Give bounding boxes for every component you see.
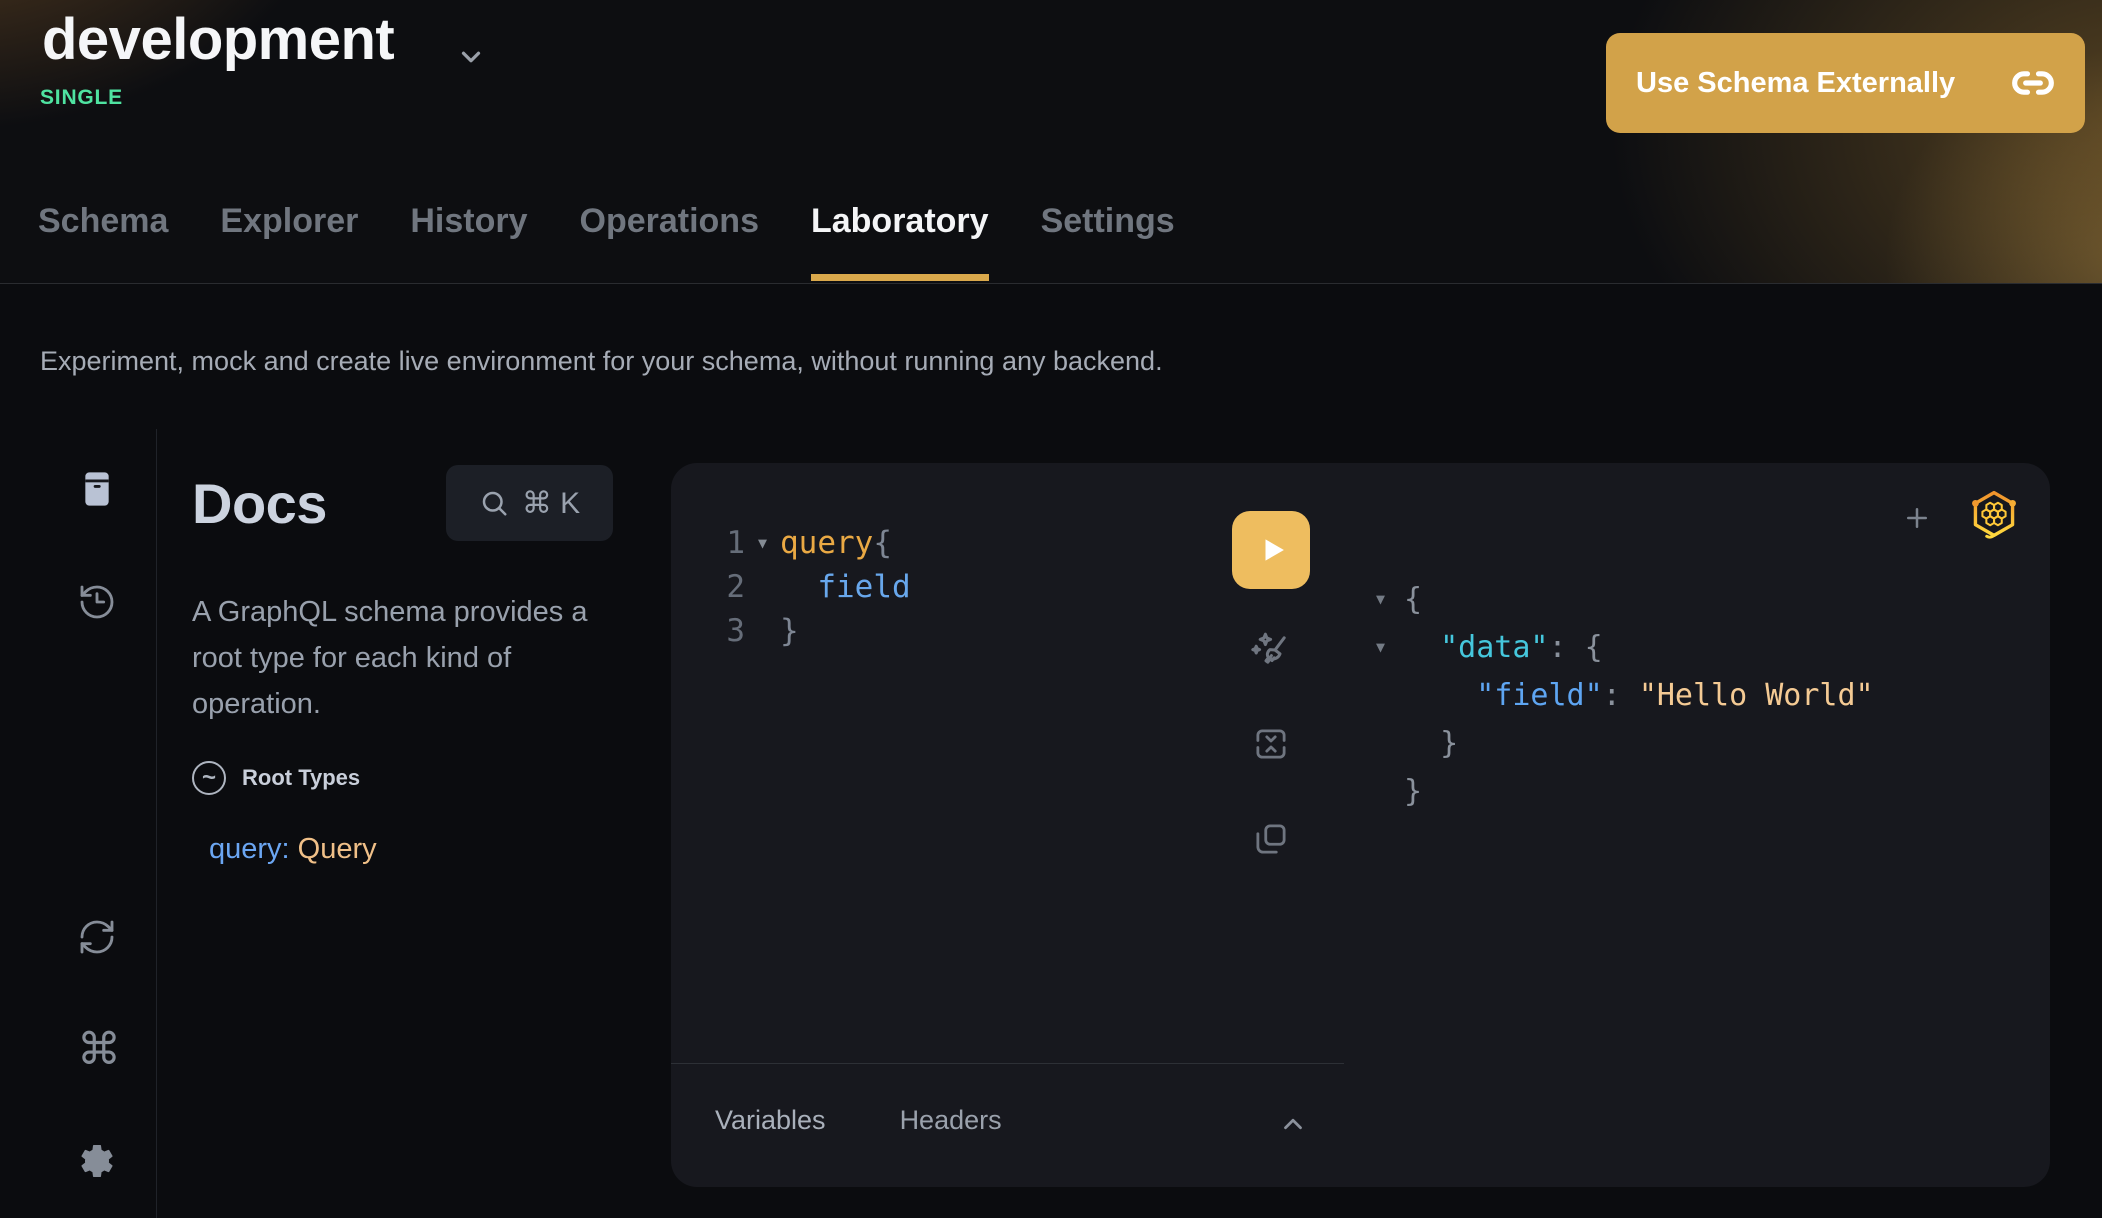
headers-tab[interactable]: Headers bbox=[900, 1105, 1002, 1136]
editor-tools-divider bbox=[671, 1063, 1344, 1064]
root-type-type-name: Query bbox=[298, 833, 377, 865]
tab-laboratory[interactable]: Laboratory bbox=[811, 202, 989, 283]
side-rail: ⌘ bbox=[0, 429, 157, 1218]
hive-logo-icon[interactable] bbox=[1967, 487, 2021, 541]
response-line: } bbox=[1376, 767, 1874, 815]
page-header: development SINGLE Use Schema Externally… bbox=[0, 0, 2102, 284]
execute-query-button[interactable] bbox=[1232, 511, 1310, 589]
search-icon bbox=[479, 488, 509, 518]
root-types-label: Root Types bbox=[242, 765, 360, 791]
code-line: "field": "Hello World" bbox=[1404, 678, 1874, 713]
line-number: 1 bbox=[711, 525, 745, 561]
graphiql-panel: 1▼query{2 field3} ▼{▼ "data": { "field":… bbox=[671, 463, 2050, 1187]
add-tab-icon[interactable] bbox=[1902, 503, 1932, 533]
docs-search-button[interactable]: ⌘ K bbox=[446, 465, 613, 541]
link-icon bbox=[2011, 61, 2055, 105]
laboratory-page: development SINGLE Use Schema Externally… bbox=[0, 0, 2102, 1218]
root-type-separator: : bbox=[282, 833, 298, 865]
settings-gear-icon[interactable] bbox=[77, 1141, 117, 1181]
use-schema-externally-label: Use Schema Externally bbox=[1636, 67, 1955, 100]
target-title: development bbox=[42, 6, 394, 73]
line-number: 3 bbox=[711, 613, 745, 649]
tab-schema[interactable]: Schema bbox=[38, 202, 168, 283]
tab-bar: Schema Explorer History Operations Labor… bbox=[38, 202, 1175, 283]
code-line: query{ bbox=[780, 525, 892, 561]
fold-arrow-icon[interactable]: ▼ bbox=[1376, 638, 1404, 656]
status-badge: SINGLE bbox=[40, 86, 123, 110]
response-viewer: ▼{▼ "data": { "field": "Hello World" }} bbox=[1376, 575, 1874, 815]
tab-settings[interactable]: Settings bbox=[1041, 202, 1175, 283]
editor-line: 1▼query{ bbox=[711, 521, 911, 565]
variables-tab[interactable]: Variables bbox=[715, 1105, 826, 1136]
laboratory-workspace: ⌘ Docs ⌘ K A GraphQL schema provides a r… bbox=[0, 429, 2102, 1218]
merge-fragments-icon[interactable] bbox=[1250, 723, 1292, 765]
root-type-field-name: query bbox=[209, 833, 282, 865]
root-type-query-link[interactable]: query: Query bbox=[209, 833, 377, 866]
code-line: { bbox=[1404, 582, 1422, 617]
copy-query-icon[interactable] bbox=[1250, 818, 1292, 860]
use-schema-externally-button[interactable]: Use Schema Externally bbox=[1606, 33, 2085, 133]
code-line: } bbox=[780, 613, 799, 649]
page-subtitle: Experiment, mock and create live environ… bbox=[40, 346, 1163, 377]
fold-arrow-icon[interactable]: ▼ bbox=[1376, 590, 1404, 608]
refresh-icon[interactable] bbox=[77, 917, 117, 957]
chevron-up-icon[interactable] bbox=[1278, 1109, 1308, 1139]
tab-explorer[interactable]: Explorer bbox=[220, 202, 358, 283]
editor-line: 2 field bbox=[711, 565, 911, 609]
tab-history[interactable]: History bbox=[410, 202, 527, 283]
code-line: "data": { bbox=[1404, 630, 1603, 665]
code-line: } bbox=[1404, 726, 1458, 761]
query-editor[interactable]: 1▼query{2 field3} bbox=[711, 521, 911, 653]
docs-book-icon[interactable] bbox=[77, 469, 117, 509]
response-line: ▼{ bbox=[1376, 575, 1874, 623]
code-line: } bbox=[1404, 774, 1422, 809]
history-icon[interactable] bbox=[77, 582, 117, 622]
editor-line: 3} bbox=[711, 609, 911, 653]
command-palette-icon[interactable]: ⌘ bbox=[77, 1030, 117, 1070]
code-line: field bbox=[780, 569, 911, 605]
response-line: } bbox=[1376, 719, 1874, 767]
response-line: "field": "Hello World" bbox=[1376, 671, 1874, 719]
fold-arrow-icon[interactable]: ▼ bbox=[745, 534, 780, 552]
line-number: 2 bbox=[711, 569, 745, 605]
root-types-section: ~ Root Types bbox=[192, 761, 360, 795]
play-icon bbox=[1257, 533, 1291, 567]
response-line: ▼ "data": { bbox=[1376, 623, 1874, 671]
chevron-down-icon[interactable] bbox=[456, 42, 486, 72]
tab-operations[interactable]: Operations bbox=[580, 202, 759, 283]
docs-heading: Docs bbox=[192, 471, 327, 536]
docs-description: A GraphQL schema provides a root type fo… bbox=[192, 589, 622, 727]
editor-tools-bar: Variables Headers bbox=[715, 1105, 1002, 1136]
search-shortcut: ⌘ K bbox=[522, 486, 580, 521]
root-types-icon: ~ bbox=[192, 761, 226, 795]
prettify-icon[interactable] bbox=[1245, 621, 1293, 669]
